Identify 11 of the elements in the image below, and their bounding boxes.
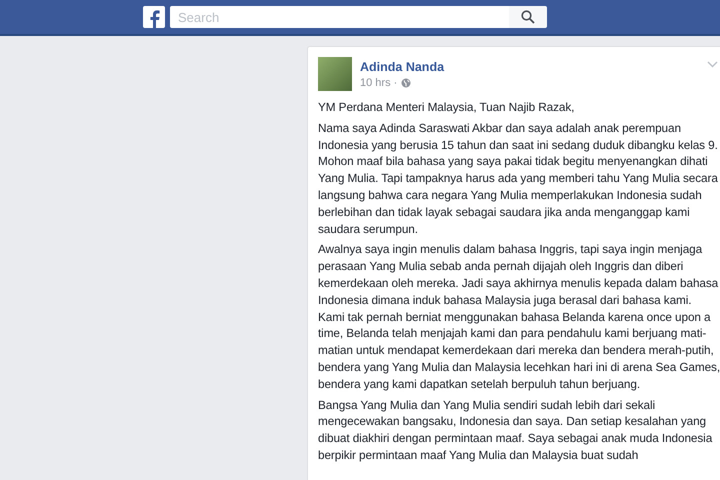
author-name[interactable]: Adinda Nanda xyxy=(360,60,444,74)
search-icon xyxy=(521,10,535,24)
search-field[interactable]: Search xyxy=(170,6,509,28)
globe-icon xyxy=(401,78,412,88)
post-paragraph: Bangsa Yang Mulia dan Yang Mulia sendiri sudah lebih dari sekali mengecewakan bangsaku, Indonesia dan saya. Dan setiap kesalahan yang dibuat diakhiri dengan permintaan maaf. Saya sebagai anak muda Indonesia berpikir permintaan maaf Yang Mulia dan Malaysia buat sudah xyxy=(318,396,714,464)
post-paragraph: Nama saya Adinda Saraswati Akbar dan saya adalah anak perempuan Indonesia yang berusia 15 tahun dan saat ini sedang duduk dibangku kelas 9. Mohon maaf bila bahasa yang saya pakai tidak begitu menyenangkan dihati Yang Mulia. Tapi tampaknya harus ada yang memberi tahu Yang Mulia secara langsung bahwa cara negara Yang Mulia memperlakukan Indonesia sudah berlebihan dan tidak layak sebagai saudara jika anda menganggap kami saudara serumpun. xyxy=(318,120,719,238)
post-paragraph: YM Perdana Menteri Malaysia, Tuan Najib Razak, xyxy=(318,99,576,116)
post-paragraph: Awalnya saya ingin menulis dalam bahasa Inggris, tapi saya ingin menjaga perasaan Yang Mulia sebab anda pernah dijajah oleh Inggris dan diberi kemerdekaan oleh mereka. Jadi saya akhirnya menulis kepada dalam bahasa Indonesia dimana induk bahasa Malaysia juga berasal dari bahasa kami. Kami tak pernah berniat menggunakan bahasa Belanda karena once upon a time, Belanda telah menjajah kami dan para pendahulu kami berjuang mati-matian untuk mendapat kemerdekaan dari mereka dan bendera merah-putih, bendera yang Yang Mulia dan Malaysia lecehkan hari ini di arena Sea Games, bendera yang kami dapatkan setelah berpuluh tahun berjuang. xyxy=(318,241,720,393)
search-button[interactable] xyxy=(509,6,547,28)
logo-icon[interactable] xyxy=(143,6,165,28)
avatar-photo-placeholder xyxy=(318,57,352,91)
